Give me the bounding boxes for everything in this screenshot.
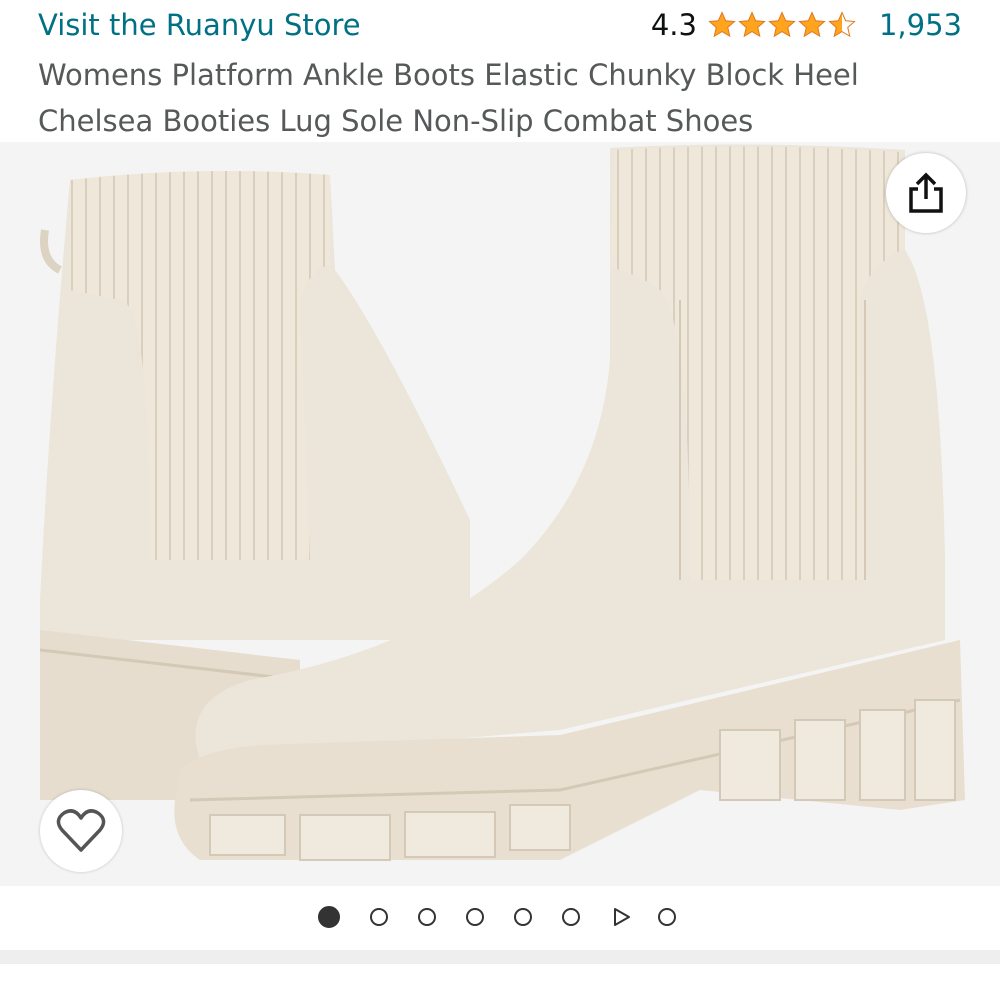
product-title: Womens Platform Ankle Boots Elastic Chun… <box>38 52 968 144</box>
star-icon <box>798 11 826 38</box>
review-count[interactable]: 1,953 <box>879 8 962 42</box>
wishlist-button[interactable] <box>40 790 122 872</box>
product-header: Visit the Ruanyu Store 4.3 1,953 Womens … <box>0 0 1000 140</box>
carousel-dot[interactable] <box>562 908 580 926</box>
boots-illustration <box>39 144 965 861</box>
carousel-dot[interactable] <box>370 908 388 926</box>
rating-summary[interactable]: 4.3 1,953 <box>651 8 962 42</box>
carousel-dot[interactable] <box>418 908 436 926</box>
carousel-dot[interactable] <box>658 908 676 926</box>
star-icon <box>738 11 766 38</box>
video-play-icon[interactable] <box>610 906 632 928</box>
section-divider <box>0 950 1000 964</box>
star-rating <box>707 10 857 40</box>
half-star-icon <box>828 11 856 38</box>
product-title-line: Chelsea Booties Lug Sole Non-Slip Combat… <box>38 104 754 138</box>
carousel-dot[interactable] <box>514 908 532 926</box>
carousel-indicator <box>318 906 706 928</box>
product-image[interactable] <box>0 142 1000 886</box>
heart-icon <box>56 809 106 852</box>
share-icon <box>909 172 943 213</box>
share-button[interactable] <box>886 153 966 233</box>
product-title-line: Womens Platform Ankle Boots Elastic Chun… <box>38 58 859 92</box>
star-icon <box>768 11 796 38</box>
star-icon <box>708 11 736 38</box>
store-link[interactable]: Visit the Ruanyu Store <box>38 8 361 42</box>
carousel-dot[interactable] <box>318 906 340 928</box>
carousel-dot[interactable] <box>466 908 484 926</box>
rating-value: 4.3 <box>650 8 697 42</box>
